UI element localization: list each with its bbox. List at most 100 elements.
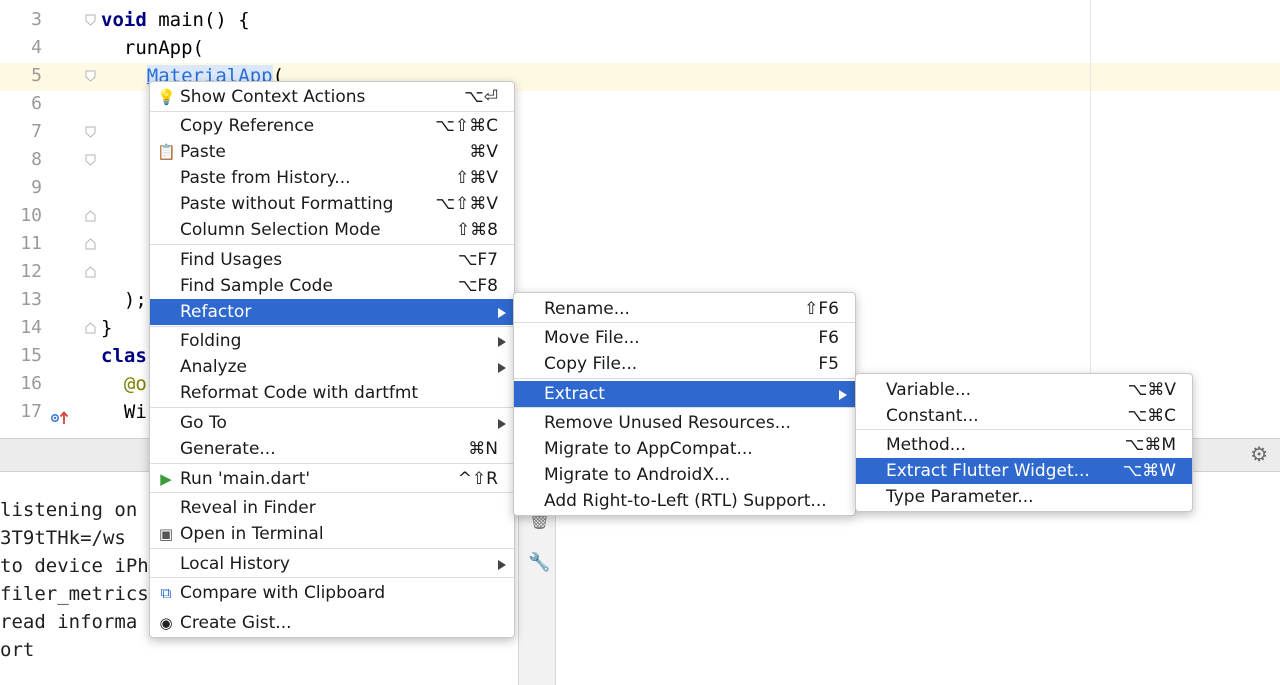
- menu-separator: [856, 429, 1192, 430]
- context-menu-item-copy-reference[interactable]: Copy Reference ⌥⇧⌘C: [150, 113, 514, 139]
- context-menu-item-reformat-code-with-dartfmt[interactable]: Reformat Code with dartfmt: [150, 380, 514, 406]
- context-menu-item-open-in-terminal[interactable]: ▣ Open in Terminal: [150, 521, 514, 547]
- context-menu-item-go-to[interactable]: Go To: [150, 410, 514, 436]
- menu-item-shortcut: F5: [818, 354, 839, 374]
- context-menu-item-run-main-dart[interactable]: ▶ Run 'main.dart' ^⇧R: [150, 466, 514, 492]
- fold-marker-icon[interactable]: [85, 266, 96, 278]
- line-number: 11: [20, 233, 42, 254]
- submenu-arrow-icon: [498, 419, 506, 429]
- console-line: to device iPh: [0, 555, 149, 577]
- code-text: );: [101, 289, 147, 311]
- context-menu-item-local-history[interactable]: Local History: [150, 551, 514, 577]
- menu-item-label: Paste from History...: [180, 168, 351, 188]
- context-menu-item-find-usages[interactable]: Find Usages ⌥F7: [150, 247, 514, 273]
- menu-item-label: Reformat Code with dartfmt: [180, 383, 419, 403]
- editor-context-menu: 💡 Show Context Actions ⌥⏎ Copy Reference ⌥⇧⌘…: [149, 81, 515, 638]
- refactor-menu-item-extract[interactable]: Extract: [514, 381, 855, 407]
- code-text: }: [101, 317, 113, 339]
- code-line[interactable]: 4 runApp(: [0, 34, 1280, 62]
- context-menu-item-reveal-in-finder[interactable]: Reveal in Finder: [150, 495, 514, 521]
- context-menu-item-analyze[interactable]: Analyze: [150, 354, 514, 380]
- menu-separator: [150, 577, 514, 578]
- context-menu-item-refactor[interactable]: Refactor: [150, 299, 514, 325]
- line-number: 13: [20, 289, 42, 310]
- context-menu-item-paste[interactable]: 📋 Paste ⌘V: [150, 139, 514, 165]
- menu-item-shortcut: ^⇧R: [457, 469, 498, 489]
- menu-item-shortcut: ⌥⌘W: [1122, 461, 1176, 481]
- menu-item-shortcut: F6: [818, 328, 839, 348]
- fold-marker-icon[interactable]: [85, 210, 96, 222]
- fold-marker-icon[interactable]: [85, 322, 96, 334]
- lightbulb-icon: 💡: [157, 88, 176, 106]
- line-number: 7: [31, 121, 42, 142]
- menu-separator: [150, 407, 514, 408]
- context-menu-item-find-sample-code[interactable]: Find Sample Code ⌥F8: [150, 273, 514, 299]
- context-menu-item-paste-without-formatting[interactable]: Paste without Formatting ⌥⇧⌘V: [150, 191, 514, 217]
- extract-menu-item-type-parameter[interactable]: Type Parameter...: [856, 484, 1192, 510]
- context-menu-item-column-selection-mode[interactable]: Column Selection Mode ⇧⌘8: [150, 217, 514, 243]
- fold-marker-icon[interactable]: [85, 154, 96, 166]
- line-number: 12: [20, 261, 42, 282]
- menu-item-shortcut: ⌥F7: [457, 250, 498, 270]
- line-number: 3: [31, 9, 42, 30]
- menu-item-label: Migrate to AndroidX...: [544, 465, 731, 485]
- fold-marker-icon[interactable]: [85, 238, 96, 250]
- context-menu-item-compare-with-clipboard[interactable]: ⧉ Compare with Clipboard: [150, 580, 514, 606]
- extract-menu-item-extract-flutter-widget[interactable]: Extract Flutter Widget... ⌥⌘W: [856, 458, 1192, 484]
- refactor-menu-item-move-file[interactable]: Move File... F6: [514, 325, 855, 351]
- refactor-menu-item-migrate-to-androidx[interactable]: Migrate to AndroidX...: [514, 462, 855, 488]
- override-marker-icon[interactable]: [50, 409, 70, 427]
- menu-item-label: Method...: [886, 435, 966, 455]
- fold-marker-icon[interactable]: [85, 14, 96, 26]
- menu-item-label: Extract Flutter Widget...: [886, 461, 1090, 481]
- context-menu-item-create-gist[interactable]: ◉ Create Gist...: [150, 610, 514, 636]
- refactor-menu-item-add-right-to-left-rtl-support[interactable]: Add Right-to-Left (RTL) Support...: [514, 488, 855, 514]
- extract-menu-item-constant[interactable]: Constant... ⌥⌘C: [856, 403, 1192, 429]
- menu-separator: [150, 244, 514, 245]
- menu-item-shortcut: ⌥⇧⌘C: [435, 116, 498, 136]
- menu-item-label: Add Right-to-Left (RTL) Support...: [544, 491, 827, 511]
- line-number: 15: [20, 345, 42, 366]
- extract-menu-item-method[interactable]: Method... ⌥⌘M: [856, 432, 1192, 458]
- fold-marker-icon[interactable]: [85, 70, 96, 82]
- submenu-arrow-icon: [498, 560, 506, 570]
- refactor-menu-item-remove-unused-resources[interactable]: Remove Unused Resources...: [514, 410, 855, 436]
- menu-item-label: Copy File...: [544, 354, 638, 374]
- context-menu-item-paste-from-history[interactable]: Paste from History... ⇧⌘V: [150, 165, 514, 191]
- submenu-arrow-icon: [498, 337, 506, 347]
- menu-item-label: Run 'main.dart': [180, 469, 311, 489]
- console-line: read informa: [0, 611, 138, 633]
- refactor-menu-item-rename[interactable]: Rename... ⇧F6: [514, 296, 855, 322]
- compare-icon: ⧉: [160, 584, 172, 602]
- line-number: 14: [20, 317, 42, 338]
- clipboard-icon: 📋: [157, 143, 176, 161]
- menu-item-shortcut: ⇧⌘V: [455, 168, 498, 188]
- wrench-icon[interactable]: 🔧: [528, 552, 550, 573]
- menu-item-label: Remove Unused Resources...: [544, 413, 791, 433]
- context-menu-item-show-context-actions[interactable]: 💡 Show Context Actions ⌥⏎: [150, 84, 514, 110]
- code-line[interactable]: 3 void main() {: [0, 6, 1280, 34]
- menu-item-label: Migrate to AppCompat...: [544, 439, 753, 459]
- console-line: ort: [0, 639, 35, 661]
- menu-item-label: Extract: [544, 384, 605, 404]
- menu-item-shortcut: ⇧⌘8: [455, 220, 498, 240]
- menu-separator: [514, 378, 855, 379]
- menu-item-label: Open in Terminal: [180, 524, 324, 544]
- context-menu-item-folding[interactable]: Folding: [150, 328, 514, 354]
- menu-separator: [150, 326, 514, 327]
- line-number: 6: [31, 93, 42, 114]
- fold-marker-icon[interactable]: [85, 126, 96, 138]
- menu-separator: [150, 463, 514, 464]
- menu-separator: [514, 407, 855, 408]
- menu-item-label: Variable...: [886, 380, 972, 400]
- extract-menu-item-variable[interactable]: Variable... ⌥⌘V: [856, 377, 1192, 403]
- refactor-menu-item-copy-file[interactable]: Copy File... F5: [514, 351, 855, 377]
- menu-item-shortcut: ⌥F8: [457, 276, 498, 296]
- menu-item-label: Folding: [180, 331, 242, 351]
- context-menu-item-generate[interactable]: Generate... ⌘N: [150, 436, 514, 462]
- console-line: 3T9tTHk=/ws: [0, 527, 126, 549]
- gear-icon[interactable]: ⚙: [1250, 445, 1268, 465]
- refactor-menu-item-migrate-to-appcompat[interactable]: Migrate to AppCompat...: [514, 436, 855, 462]
- menu-item-label: Create Gist...: [180, 613, 292, 633]
- menu-item-shortcut: ⌥⌘C: [1127, 406, 1176, 426]
